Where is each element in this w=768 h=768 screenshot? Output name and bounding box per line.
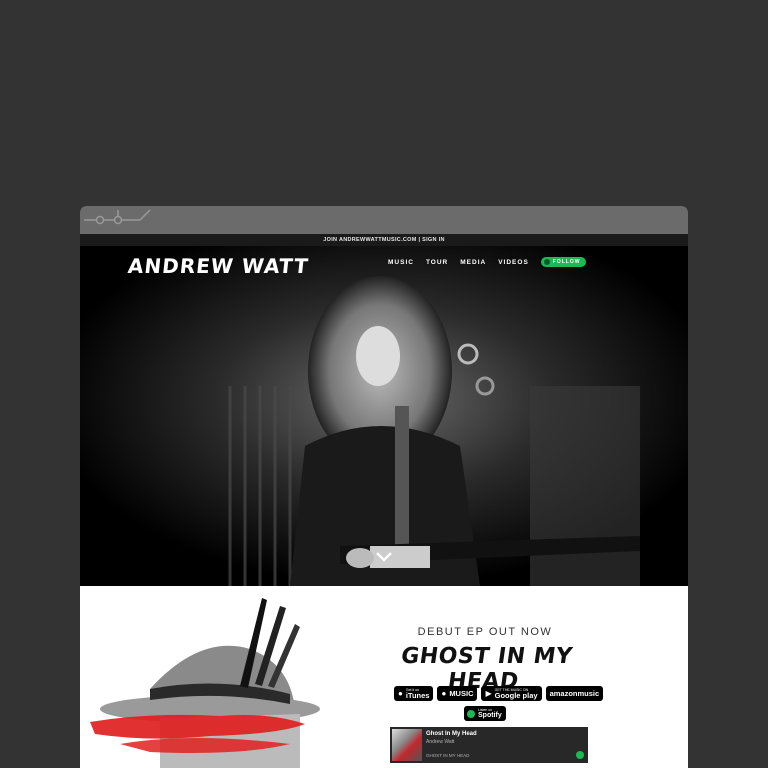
- spotify-listen-button[interactable]: Listen on Spotify: [464, 706, 506, 721]
- browser-window: JOIN ANDREWWATTMUSIC.COM | SIGN IN ANDRE…: [80, 206, 688, 768]
- spotify-icon: [467, 709, 475, 718]
- spotify-player[interactable]: Ghost In My Head Andrew Watt GHOST IN MY…: [390, 727, 588, 763]
- nav-videos[interactable]: VIDEOS: [498, 259, 529, 266]
- nav-tour[interactable]: TOUR: [426, 259, 448, 266]
- browser-chrome: [80, 206, 688, 234]
- hero-section: ANDREW WATT MUSIC TOUR MEDIA VIDEOS FOLL…: [80, 246, 688, 586]
- track-title: Ghost In My Head: [426, 731, 477, 737]
- amazon-music-button[interactable]: amazonmusic: [545, 686, 604, 701]
- track-thumbnail: [392, 729, 422, 761]
- itunes-label: iTunes: [405, 690, 430, 700]
- join-signin-bar[interactable]: JOIN ANDREWWATTMUSIC.COM | SIGN IN: [80, 234, 688, 246]
- spotify-follow-button[interactable]: FOLLOW: [540, 257, 587, 267]
- google-play-label: Google play: [494, 690, 538, 700]
- spotify-label: Spotify: [478, 711, 502, 719]
- window-controls-icon: [84, 209, 151, 225]
- site-logo[interactable]: ANDREW WATT: [127, 254, 310, 278]
- apple-music-label: MUSIC: [449, 688, 474, 698]
- apple-icon: ●: [441, 689, 447, 698]
- apple-music-button[interactable]: ● MUSIC: [437, 686, 478, 701]
- google-play-button[interactable]: ▶ GET THE MUSIC ON Google play: [481, 686, 542, 701]
- store-buttons: ● Get it on iTunes ● MUSIC ▶ GET THE MUS…: [394, 686, 604, 701]
- play-icon: ▶: [485, 689, 492, 698]
- hero-photo: [80, 246, 688, 586]
- main-nav: MUSIC TOUR MEDIA VIDEOS FOLLOW: [388, 257, 587, 267]
- follow-label: FOLLOW: [552, 259, 581, 265]
- nav-music[interactable]: MUSIC: [388, 259, 414, 266]
- amazon-music-label: amazonmusic: [549, 688, 600, 698]
- release-kicker: DEBUT EP OUT NOW: [417, 626, 553, 638]
- track-artist: Andrew Watt: [426, 739, 455, 745]
- apple-icon: ●: [398, 689, 403, 698]
- now-playing: GHOST IN MY HEAD: [426, 753, 470, 758]
- ep-cover-art: [90, 598, 320, 768]
- nav-media[interactable]: MEDIA: [460, 259, 486, 266]
- spotify-icon: [576, 751, 584, 759]
- spotify-icon: [543, 259, 550, 265]
- itunes-button[interactable]: ● Get it on iTunes: [394, 686, 434, 701]
- chevron-down-icon[interactable]: [376, 552, 392, 562]
- release-section: DEBUT EP OUT NOW GHOST IN MY HEAD ● Get …: [80, 586, 688, 768]
